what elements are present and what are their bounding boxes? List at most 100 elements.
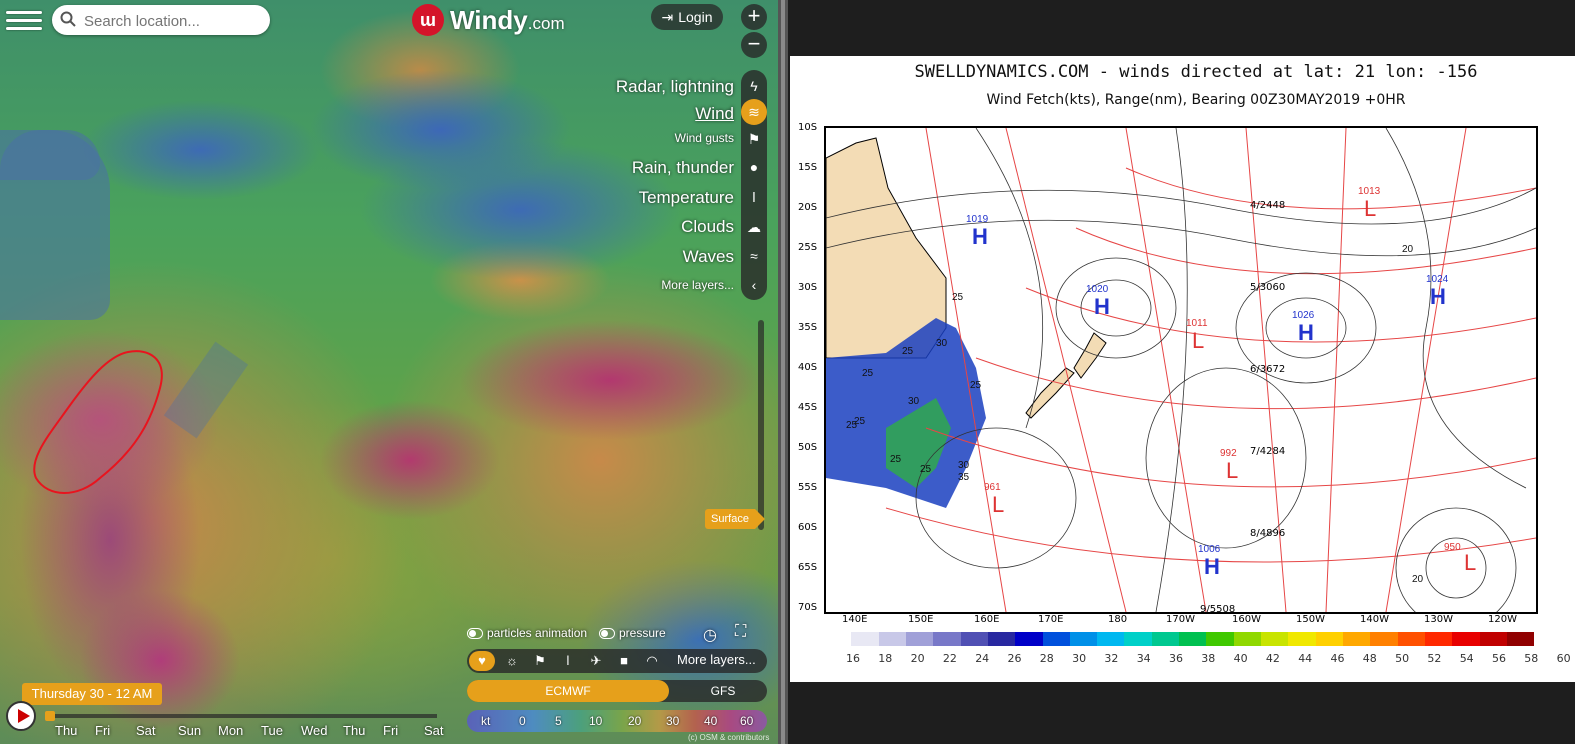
lon-label: 140W bbox=[1360, 614, 1389, 625]
model-gfs-button[interactable]: GFS bbox=[679, 680, 767, 702]
timeline-day[interactable]: Sat bbox=[424, 723, 444, 738]
clock-icon[interactable]: ◷ bbox=[703, 625, 717, 645]
toggle-icon bbox=[599, 627, 615, 639]
search-box[interactable] bbox=[52, 5, 270, 35]
play-button[interactable] bbox=[6, 701, 36, 731]
model-ecmwf-button[interactable]: ECMWF bbox=[467, 680, 669, 702]
cloud-icon[interactable]: ☁ bbox=[744, 217, 764, 237]
thermometer-icon[interactable]: ǀ bbox=[744, 187, 764, 207]
colorbar-tick: 44 bbox=[1298, 652, 1313, 665]
timeline-day[interactable]: Sat bbox=[136, 723, 156, 738]
low-pressure-marker: L bbox=[1226, 458, 1239, 483]
colorbar-tick: 30 bbox=[1072, 652, 1087, 665]
pressure-toggle[interactable]: pressure bbox=[599, 626, 666, 640]
timeline-day[interactable]: Fri bbox=[383, 723, 398, 738]
timeline-day[interactable]: Mon bbox=[218, 723, 243, 738]
gust-flag-icon[interactable]: ⚑ bbox=[744, 129, 764, 149]
split-divider[interactable] bbox=[778, 0, 788, 744]
legend-value: 0 bbox=[519, 714, 526, 728]
range-label: 6/3672 bbox=[1250, 364, 1286, 375]
timeline-day[interactable]: Sun bbox=[178, 723, 201, 738]
map-attribution[interactable]: (c) OSM & contributors bbox=[688, 733, 769, 742]
layer-more[interactable]: More layers... bbox=[661, 278, 734, 292]
layer-temperature[interactable]: Temperature bbox=[639, 188, 734, 208]
timeline-day[interactable]: Thu bbox=[343, 723, 365, 738]
timeline-day[interactable]: Tue bbox=[261, 723, 283, 738]
thermometer-icon[interactable]: ǀ bbox=[555, 651, 581, 671]
zoom-out-button[interactable]: − bbox=[741, 32, 767, 58]
colorbar-tick: 42 bbox=[1265, 652, 1280, 665]
more-layers-button[interactable]: More layers... bbox=[677, 652, 756, 667]
airplane-icon[interactable]: ✈ bbox=[583, 651, 609, 671]
zoom-in-button[interactable]: + bbox=[741, 4, 767, 30]
lon-label: 120W bbox=[1488, 614, 1517, 625]
lat-label: 70S bbox=[798, 602, 818, 613]
login-icon: ⇥ bbox=[661, 8, 674, 25]
colorbar-tick: 54 bbox=[1459, 652, 1474, 665]
timeline-track[interactable] bbox=[45, 714, 437, 718]
range-label: 7/4284 bbox=[1250, 446, 1286, 457]
colorbar-swatch bbox=[824, 632, 852, 646]
low-pressure-marker: L bbox=[1192, 328, 1205, 353]
windy-map[interactable]: ɯ Windy .com ⇥ Login + − Radar, lightnin… bbox=[0, 0, 780, 744]
timeline-handle[interactable] bbox=[45, 711, 55, 721]
particles-toggle[interactable]: particles animation bbox=[467, 626, 587, 640]
colorbar-swatch bbox=[1315, 632, 1343, 646]
chart-subtitle: Wind Fetch(kts), Range(nm), Bearing 00Z3… bbox=[986, 92, 1406, 108]
high-pressure-marker: H bbox=[1204, 554, 1220, 579]
fetch-area-outline bbox=[33, 350, 163, 494]
brand-tld: .com bbox=[527, 13, 565, 33]
layer-waves[interactable]: Waves bbox=[683, 247, 734, 267]
colorbar-swatch bbox=[1370, 632, 1398, 646]
low-pressure-marker: L bbox=[992, 492, 1005, 517]
login-button[interactable]: ⇥ Login bbox=[651, 4, 723, 30]
colorbar-swatch bbox=[878, 632, 906, 646]
lon-label: 150W bbox=[1296, 614, 1325, 625]
chart-title: SWELLDYNAMICS.COM - winds directed at la… bbox=[914, 62, 1478, 82]
lon-label: 130W bbox=[1424, 614, 1453, 625]
new-guinea-landmass bbox=[0, 130, 100, 180]
colorbar-tick: 52 bbox=[1427, 652, 1442, 665]
layer-rain-thunder[interactable]: Rain, thunder bbox=[632, 158, 734, 178]
search-input[interactable] bbox=[82, 9, 266, 33]
layer-clouds[interactable]: Clouds bbox=[681, 217, 734, 237]
pressure-value: 950 bbox=[1444, 542, 1461, 553]
wind-icon[interactable]: ≋ bbox=[741, 99, 767, 125]
heart-icon[interactable]: ♥ bbox=[469, 651, 495, 671]
fetch-label: 30 bbox=[936, 338, 948, 349]
camera-icon[interactable]: ■ bbox=[611, 651, 637, 671]
colorbar-swatch bbox=[1288, 632, 1316, 646]
nz-north-island bbox=[1073, 332, 1107, 379]
altitude-slider[interactable] bbox=[758, 320, 764, 530]
colorbar-tick: 16 bbox=[846, 652, 860, 665]
colorbar-tick: 26 bbox=[1007, 652, 1022, 665]
fullscreen-icon[interactable]: ⛶ bbox=[735, 623, 746, 641]
fetch-map bbox=[824, 126, 1538, 614]
range-label: 5/3060 bbox=[1250, 282, 1286, 293]
lat-label: 50S bbox=[798, 442, 818, 453]
radar-icon[interactable]: ϟ bbox=[744, 76, 764, 96]
range-label: 9/5508 bbox=[1200, 604, 1236, 615]
raindrop-icon[interactable]: ● bbox=[744, 157, 764, 177]
colorbar-swatch bbox=[933, 632, 961, 646]
windy-logo[interactable]: ɯ Windy .com bbox=[412, 2, 565, 38]
waves-icon[interactable]: ≈ bbox=[744, 246, 764, 266]
timeline-day[interactable]: Fri bbox=[95, 723, 110, 738]
webcam-icon[interactable]: ◠ bbox=[639, 651, 665, 671]
layer-wind[interactable]: Wind bbox=[695, 104, 734, 124]
lon-label: 160E bbox=[974, 614, 1000, 625]
timeline-day[interactable]: Wed bbox=[301, 723, 328, 738]
altitude-surface-label[interactable]: Surface bbox=[705, 509, 765, 529]
colorbar-tick: 36 bbox=[1169, 652, 1183, 665]
layer-radar-lightning[interactable]: Radar, lightning bbox=[616, 77, 734, 97]
hamburger-menu-icon[interactable] bbox=[6, 6, 42, 34]
timeline-day[interactable]: Thu bbox=[55, 723, 77, 738]
chevron-left-icon[interactable]: ‹ bbox=[744, 275, 764, 295]
sun-cloud-icon[interactable]: ☼ bbox=[499, 651, 525, 671]
flag-icon[interactable]: ⚑ bbox=[527, 651, 553, 671]
colorbar-swatch bbox=[987, 632, 1016, 646]
legend-unit: kt bbox=[481, 714, 491, 728]
layer-wind-gusts[interactable]: Wind gusts bbox=[675, 131, 734, 145]
fetch-chart-panel: SWELLDYNAMICS.COM - winds directed at la… bbox=[790, 56, 1575, 682]
layer-toolbar: ♥ ☼ ⚑ ǀ ✈ ■ ◠ More layers... bbox=[467, 649, 767, 673]
